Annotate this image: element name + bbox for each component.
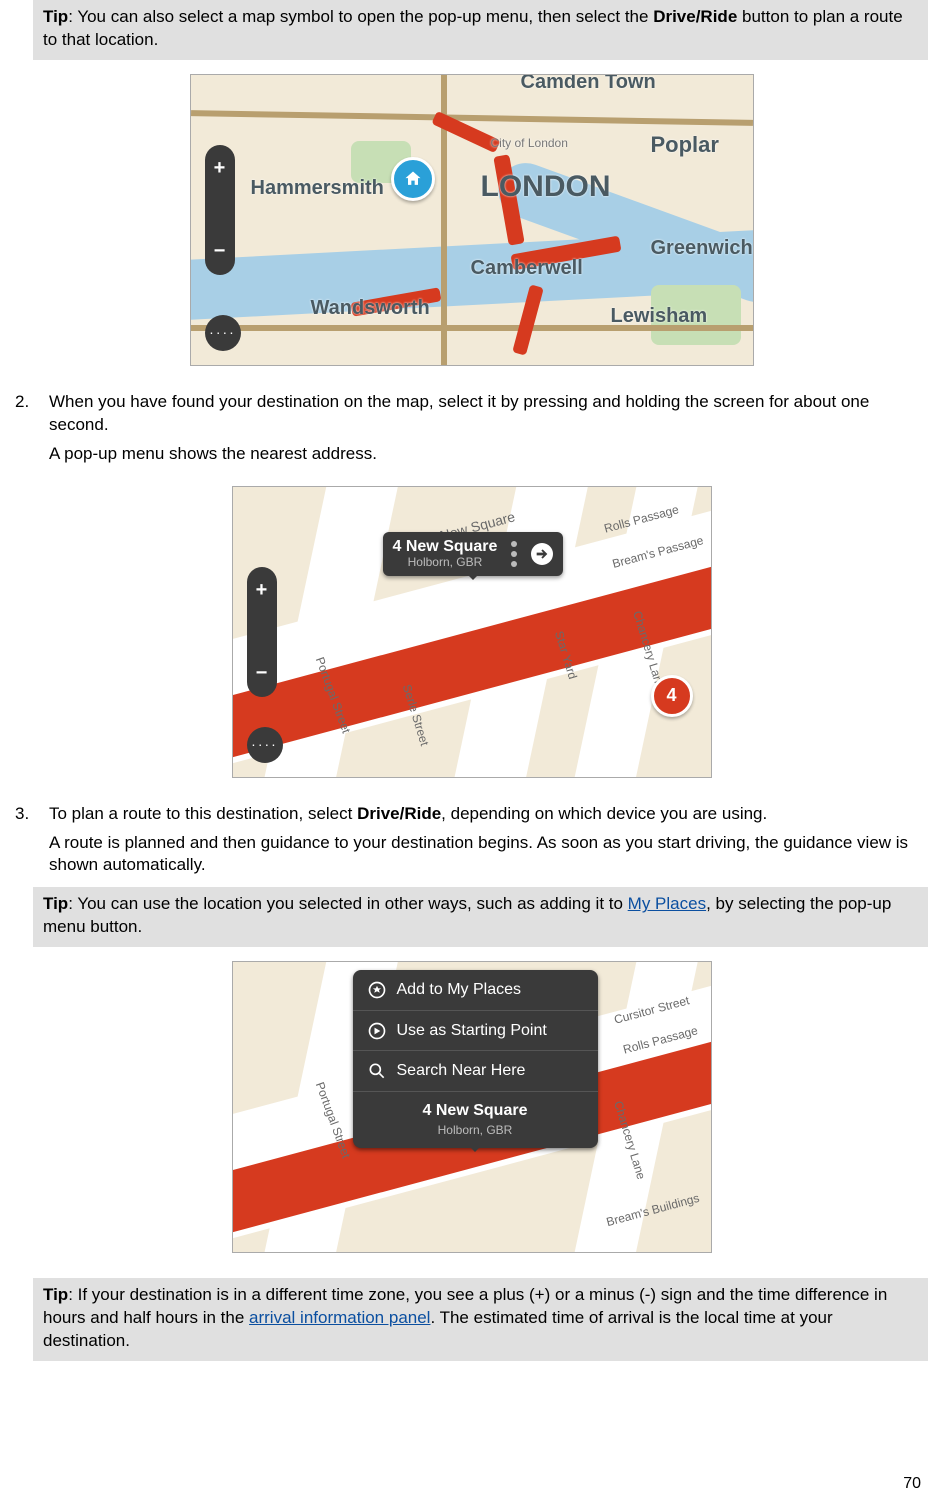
tip-label: Tip (43, 7, 68, 26)
zoom-control[interactable]: + − (247, 567, 277, 697)
map-screenshot-popup-menu: Portugal Street Cursitor Street Rolls Pa… (232, 961, 712, 1253)
tip-label: Tip (43, 894, 68, 913)
search-icon (367, 1061, 387, 1081)
tip-box-3: Tip: If your destination is in a differe… (33, 1278, 928, 1361)
map-label-city-of-london: City of London (491, 135, 568, 151)
menu-item-add-to-my-places[interactable]: Add to My Places (353, 970, 598, 1011)
map-screenshot-popup-address: Portugal Street Serle Street New Square … (232, 486, 712, 778)
menu-item-use-as-starting-point[interactable]: Use as Starting Point (353, 1011, 598, 1052)
my-places-link[interactable]: My Places (628, 894, 706, 913)
step-3-para-1: To plan a route to this destination, sel… (49, 803, 928, 826)
drive-button[interactable] (531, 543, 553, 565)
popup-subtitle: Holborn, GBR (393, 556, 498, 570)
map-label-lewisham: Lewisham (611, 303, 708, 330)
more-menu-button[interactable]: ···· (205, 315, 241, 351)
zoom-control[interactable]: + − (205, 145, 235, 275)
zoom-in-icon[interactable]: + (214, 155, 226, 182)
zoom-out-icon[interactable]: − (214, 238, 226, 265)
map-label-hammersmith: Hammersmith (251, 175, 384, 202)
map-label-london: LONDON (481, 167, 611, 208)
more-menu-button[interactable]: ···· (247, 727, 283, 763)
popup-title: 4 New Square (393, 538, 498, 556)
tip-bold: Drive/Ride (653, 7, 737, 26)
arrival-info-panel-link[interactable]: arrival information panel (249, 1308, 430, 1327)
popup-menu: Add to My Places Use as Starting Point S… (353, 970, 598, 1148)
step-3-para-2: A route is planned and then guidance to … (49, 832, 928, 878)
map-label-camden: Camden Town (521, 74, 656, 96)
destination-badge: 4 (651, 675, 693, 717)
zoom-in-icon[interactable]: + (256, 577, 268, 604)
zoom-out-icon[interactable]: − (256, 660, 268, 687)
step-number-3: 3. (15, 803, 49, 884)
tip-box-1: Tip: You can also select a map symbol to… (33, 0, 928, 60)
map-label-wandsworth: Wandsworth (311, 295, 430, 322)
tip-text: : You can use the location you selected … (68, 894, 627, 913)
popup-address-block[interactable]: 4 New Square Holborn, GBR (353, 1092, 598, 1148)
page-number: 70 (903, 1473, 921, 1495)
map-label-camberwell: Camberwell (471, 255, 583, 282)
step-2-para-2: A pop-up menu shows the nearest address. (49, 443, 928, 466)
map-screenshot-london-overview: Camden Town City of London LONDON Hammer… (190, 74, 754, 366)
popup-subtitle: Holborn, GBR (367, 1122, 584, 1138)
map-label-poplar: Poplar (651, 130, 719, 160)
tip-box-2: Tip: You can use the location you select… (33, 887, 928, 947)
menu-item-search-near-here[interactable]: Search Near Here (353, 1051, 598, 1092)
step-number-2: 2. (15, 391, 49, 472)
address-popup[interactable]: 4 New Square Holborn, GBR (383, 532, 564, 576)
tip-text: : You can also select a map symbol to op… (68, 7, 653, 26)
star-plus-icon (367, 980, 387, 1000)
map-label-greenwich: Greenwich (651, 235, 753, 262)
home-pin-icon[interactable] (391, 157, 435, 201)
popup-title: 4 New Square (367, 1100, 584, 1122)
starting-point-icon (367, 1021, 387, 1041)
tip-label: Tip (43, 1285, 68, 1304)
step-2-para-1: When you have found your destination on … (49, 391, 928, 437)
popup-more-icon[interactable] (511, 541, 517, 547)
